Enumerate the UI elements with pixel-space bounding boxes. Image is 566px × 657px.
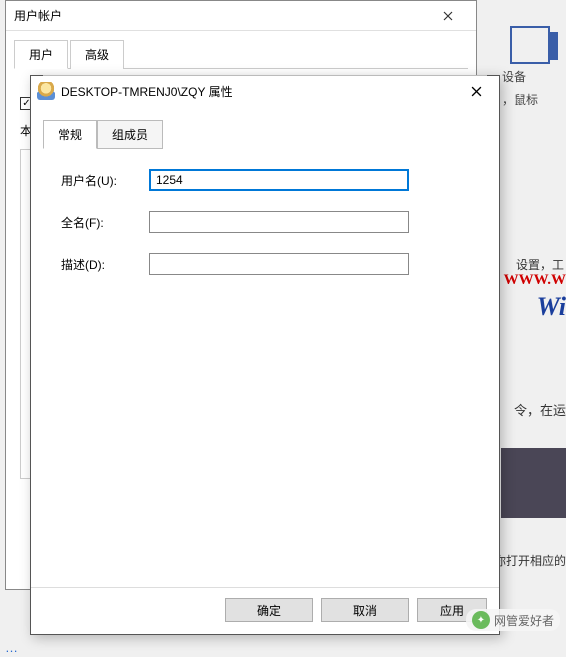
close-button[interactable]	[453, 76, 499, 106]
tab-advanced[interactable]: 高级	[70, 40, 124, 69]
wi-logo-fragment: Wi	[537, 292, 566, 322]
wechat-icon: ✦	[472, 611, 490, 629]
button-row: 确定 取消 应用	[31, 587, 499, 634]
settings-text-fragment: 设置，工	[516, 256, 564, 273]
properties-titlebar[interactable]: DESKTOP-TMRENJ0\ZQY 属性	[31, 76, 499, 106]
form-area: 用户名(U): 全名(F): 描述(D):	[31, 149, 499, 587]
devices-icon	[510, 26, 550, 64]
watermark: ✦ 网管爱好者	[466, 609, 560, 631]
tab-users[interactable]: 用户	[14, 40, 68, 69]
close-icon	[443, 11, 453, 21]
description-row: 描述(D):	[61, 253, 469, 275]
ok-button[interactable]: 确定	[225, 598, 313, 622]
fullname-input[interactable]	[149, 211, 409, 233]
user-accounts-titlebar: 用户帐户	[6, 1, 476, 31]
user-accounts-close-button[interactable]	[428, 2, 468, 30]
user-accounts-tabs: 用户 高级	[6, 31, 476, 68]
bottom-link-fragment: …	[5, 640, 18, 655]
user-accounts-title: 用户帐户	[14, 7, 428, 24]
username-row: 用户名(U):	[61, 169, 469, 191]
dark-image-fragment	[501, 448, 566, 518]
fullname-label: 全名(F):	[61, 214, 149, 231]
description-input[interactable]	[149, 253, 409, 275]
tab-general[interactable]: 常规	[43, 120, 97, 149]
user-icon	[37, 82, 55, 100]
watermark-label: 网管爱好者	[494, 612, 554, 629]
username-label: 用户名(U):	[61, 172, 149, 189]
properties-dialog: DESKTOP-TMRENJ0\ZQY 属性 常规 组成员 用户名(U): 全名…	[30, 75, 500, 635]
tab-members[interactable]: 组成员	[97, 120, 163, 149]
cancel-button[interactable]: 取消	[321, 598, 409, 622]
description-label: 描述(D):	[61, 256, 149, 273]
close-icon	[471, 86, 482, 97]
run-text-fragment: 令，在运	[514, 400, 566, 419]
mouse-text-fragment: ，鼠标	[502, 91, 566, 108]
open-text-fragment: 你打开相应的	[494, 552, 566, 569]
devices-label: 设备	[502, 68, 566, 85]
username-input[interactable]	[149, 169, 409, 191]
properties-title: DESKTOP-TMRENJ0\ZQY 属性	[61, 83, 453, 100]
fullname-row: 全名(F):	[61, 211, 469, 233]
properties-tabs: 常规 组成员	[31, 106, 499, 149]
www-link-fragment: WWW.W	[504, 272, 566, 289]
